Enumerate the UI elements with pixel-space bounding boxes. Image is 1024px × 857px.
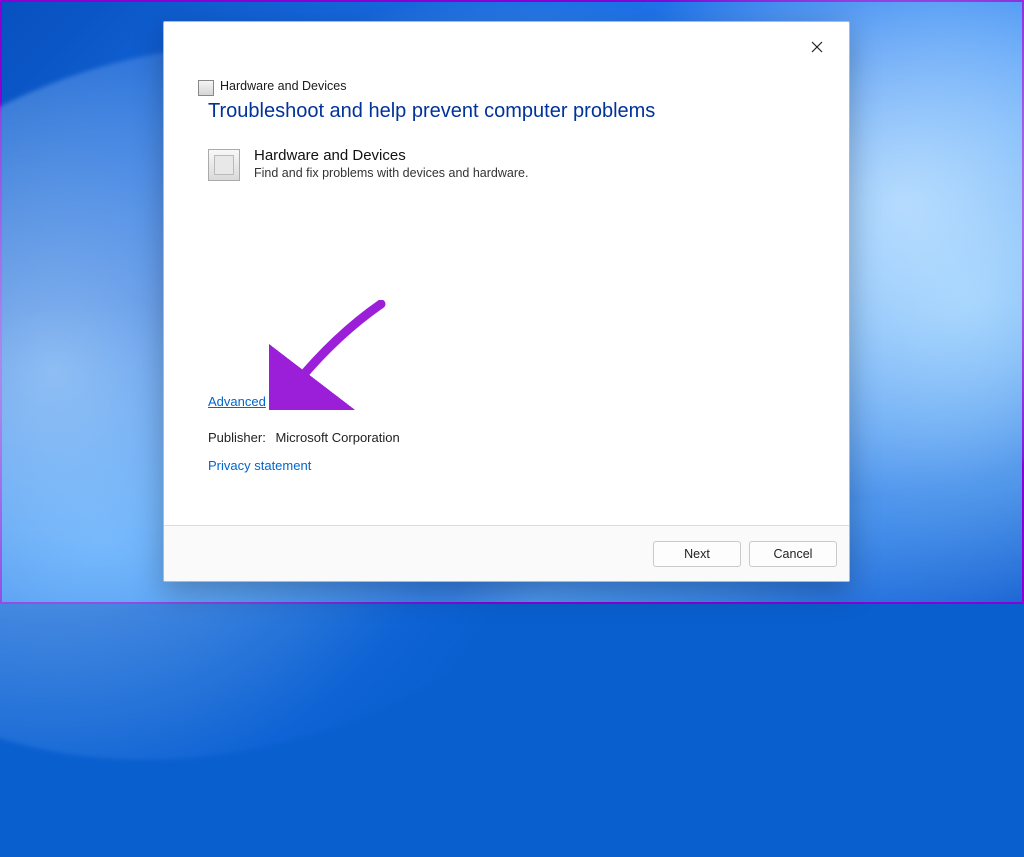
privacy-statement-link[interactable]: Privacy statement [208,458,311,473]
publisher-value: Microsoft Corporation [275,430,399,445]
cancel-button[interactable]: Cancel [749,541,837,567]
next-button[interactable]: Next [653,541,741,567]
troubleshooter-description: Find and fix problems with devices and h… [254,166,528,180]
page-heading: Troubleshoot and help prevent computer p… [208,100,819,123]
troubleshooter-icon [208,149,240,181]
dialog-footer: Next Cancel [164,525,849,581]
troubleshooter-dialog: Hardware and Devices Troubleshoot and he… [163,21,850,582]
advanced-link[interactable]: Advanced [208,394,266,409]
troubleshooter-title: Hardware and Devices [254,147,528,164]
publisher-row: Publisher: Microsoft Corporation [208,430,400,445]
publisher-label: Publisher: [208,430,266,445]
dialog-content: Troubleshoot and help prevent computer p… [164,22,849,525]
troubleshooter-item: Hardware and Devices Find and fix proble… [208,149,819,181]
